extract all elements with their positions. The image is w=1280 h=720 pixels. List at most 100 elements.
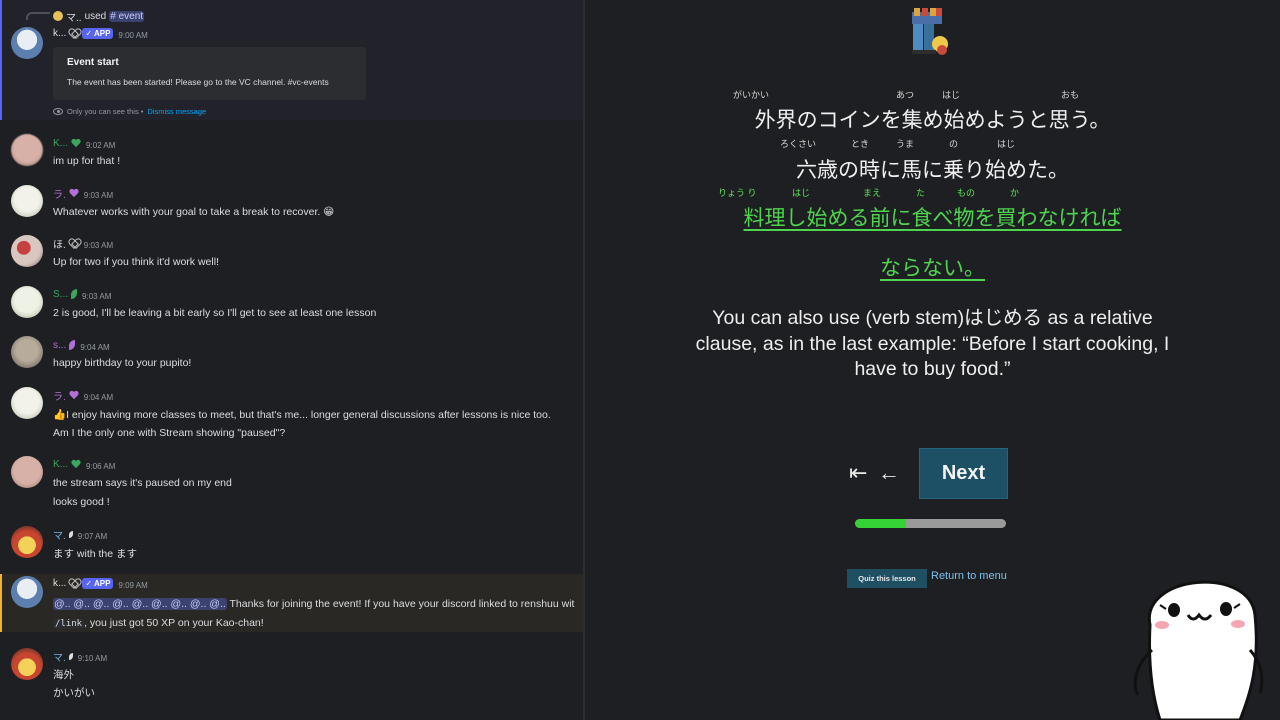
example-sentence: 外界のコインを集め始めようと思う。 (585, 104, 1280, 134)
message-text: @.. @.. @.. @.. @.. @.. @.. @.. @.. Than… (53, 598, 583, 610)
sentence-text: 外界のコインを集め始めようと思う。 (754, 108, 1111, 132)
message-text: happy birthday to your pupito! (53, 357, 192, 369)
message-header: k... ✓ APP 9:09 AM (53, 576, 148, 590)
app-badge: ✓ APP (82, 27, 114, 39)
next-button[interactable]: Next (919, 448, 1008, 499)
command-name[interactable]: # event (109, 10, 145, 22)
message-text: the stream says it's paused on my end (53, 477, 232, 489)
event-embed: Event start The event has been started! … (53, 47, 366, 100)
ruby-reading: おも (1061, 90, 1080, 100)
message-header: K... 9:06 AM (53, 457, 115, 471)
eye-icon (53, 108, 63, 115)
avatar[interactable] (11, 27, 43, 59)
progress-fill (855, 519, 907, 528)
username[interactable]: k... (53, 28, 66, 39)
message-header: ラ. 9:04 AM (53, 388, 113, 403)
ruby-reading: りょう り (718, 188, 757, 198)
avatar[interactable] (11, 336, 43, 368)
inline-code: /link (53, 619, 85, 629)
example-sentence-highlighted: ならない。 (585, 252, 1280, 282)
dismiss-message-link[interactable]: Dismiss message (147, 107, 206, 116)
heart-icon (71, 139, 81, 148)
timestamp: 9:04 AM (80, 342, 110, 352)
used-label: used (84, 10, 107, 22)
sentence-text: 料理し始める前に食べ物を買わなければ (743, 206, 1122, 230)
embed-title: Event start (67, 57, 119, 68)
message-header: s... 9:04 AM (53, 338, 110, 352)
example-sentence: 六歳の時に馬に乗り始めた。 (585, 154, 1280, 184)
ephemeral-text: Only you can see this • (67, 107, 144, 116)
ruby-reading: た (916, 188, 926, 198)
ruby-reading: はじ (942, 90, 961, 100)
avatar[interactable] (11, 648, 43, 680)
message-text-part: Thanks for joining the event! If you hav… (229, 598, 575, 610)
message-text: ます with the ます (53, 548, 138, 560)
username[interactable]: ほ. (53, 236, 66, 251)
message-text: 👍I enjoy having more classes to meet, bu… (53, 409, 551, 421)
ephemeral-note: Only you can see this • Dismiss message (53, 107, 206, 116)
heart-icon (71, 460, 81, 469)
ruby-reading: とき (851, 139, 870, 149)
message-text: かいがい (53, 687, 95, 699)
avatar[interactable] (11, 286, 43, 318)
username[interactable]: K... (53, 138, 68, 149)
avatar[interactable] (11, 235, 43, 267)
message-header: k... ✓ APP 9:00 AM (53, 26, 148, 40)
lesson-panel: がいかい あつ はじ おも 外界のコインを集め始めようと思う。 ろくさい とき … (585, 0, 1280, 720)
username[interactable]: ラ. (53, 186, 66, 201)
ruby-reading: あつ (896, 90, 915, 100)
ruby-reading: もの (957, 188, 976, 198)
message-text: looks good ! (53, 496, 110, 508)
username[interactable]: K... (53, 459, 68, 470)
lesson-progress-bar (855, 519, 1006, 528)
ruby-reading: の (949, 139, 959, 149)
message-header: ラ. 9:03 AM (53, 186, 114, 201)
heart-icon (69, 391, 79, 400)
example-sentence-highlighted: 料理し始める前に食べ物を買わなければ (585, 202, 1280, 232)
quiz-lesson-button[interactable]: Quiz this lesson (847, 569, 927, 588)
heart-icon (69, 239, 79, 248)
avatar[interactable] (11, 576, 43, 608)
app-badge: ✓ APP (82, 577, 114, 589)
leaf-icon (69, 340, 76, 350)
command-user[interactable]: マ.. (66, 9, 82, 24)
leaf-icon (71, 289, 78, 299)
username[interactable]: k... (53, 578, 66, 589)
user-mentions[interactable]: @.. @.. @.. @.. @.. @.. @.. @.. @.. (53, 598, 227, 610)
message-text: Up for two if you think it'd work well! (53, 256, 219, 268)
kao-chan-mascot-icon (1133, 580, 1264, 720)
timestamp: 9:03 AM (83, 190, 114, 200)
reply-connector (26, 12, 50, 20)
avatar[interactable] (11, 456, 43, 488)
timestamp: 9:02 AM (86, 140, 116, 150)
username[interactable]: ラ. (53, 388, 66, 403)
ruby-reading: はじ (792, 188, 811, 198)
embed-description: The event has been started! Please go to… (67, 77, 329, 87)
message-text-part: , you just got 50 XP on your Kao-chan! (84, 617, 264, 629)
message-text: Am I the only one with Stream showing "p… (53, 427, 286, 439)
message-text: im up for that ! (53, 155, 121, 167)
heart-icon (69, 579, 79, 588)
avatar[interactable] (11, 185, 43, 217)
leaf-icon (68, 652, 73, 660)
first-page-icon[interactable]: ⇤ (849, 460, 867, 486)
sentence-text: ならない。 (880, 256, 985, 280)
avatar[interactable] (11, 134, 43, 166)
timestamp: 9:03 AM (83, 240, 114, 250)
username[interactable]: s... (53, 340, 66, 351)
message-header: マ. 9:10 AM (53, 649, 108, 664)
avatar[interactable] (11, 526, 43, 558)
ruby-reading: はじ (997, 139, 1016, 149)
avatar[interactable] (11, 387, 43, 419)
username[interactable]: マ. (53, 527, 66, 542)
return-to-menu-link[interactable]: Return to menu (931, 570, 1007, 582)
username[interactable]: S... (53, 289, 68, 300)
chat-panel: マ.. used # event k... ✓ APP 9:00 AM Even… (0, 0, 583, 720)
heart-icon (69, 189, 79, 198)
username[interactable]: マ. (53, 649, 66, 664)
ruby-reading: うま (896, 139, 915, 149)
message-header: ほ. 9:03 AM (53, 236, 114, 251)
previous-arrow-icon[interactable]: ← (878, 460, 900, 486)
message-header: K... 9:02 AM (53, 136, 115, 150)
timestamp: 9:10 AM (77, 653, 108, 663)
